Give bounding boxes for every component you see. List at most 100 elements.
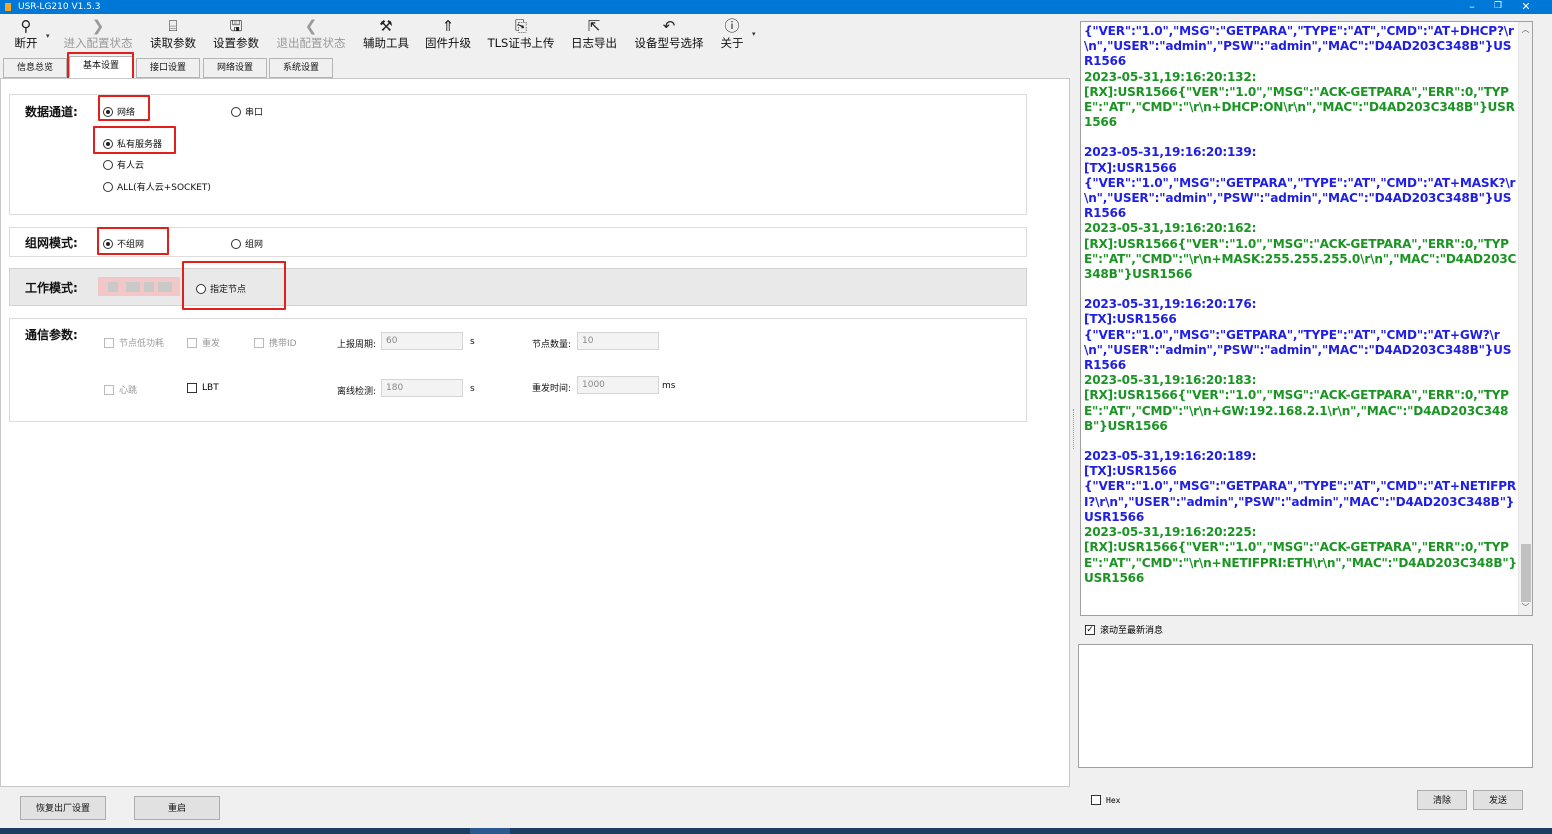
scroll-down-icon[interactable]: ﹀ xyxy=(1519,602,1532,613)
disconnect-button[interactable]: ⚲ 断开 xyxy=(10,14,42,54)
checkbox-node-low-power-label: 节点低功耗 xyxy=(119,339,165,349)
report-period-unit: s xyxy=(470,337,475,347)
device-model-select-button[interactable]: ↶ 设备型号选择 xyxy=(628,14,710,54)
radio-selected-icon xyxy=(103,106,113,117)
resend-time-unit: ms xyxy=(662,381,676,391)
radio-usr-cloud[interactable]: 有人云 xyxy=(103,158,144,171)
checkbox-lbt[interactable]: LBT xyxy=(187,383,219,393)
node-count-input[interactable]: 10 xyxy=(577,332,659,350)
tab-interface-settings[interactable]: 接口设置 xyxy=(136,58,200,78)
tab-overview[interactable]: 信息总览 xyxy=(3,58,67,78)
checkbox-box xyxy=(187,383,197,393)
checkbox-box xyxy=(254,337,264,348)
checkbox-node-low-power[interactable]: 节点低功耗 xyxy=(104,336,164,349)
radio-selected-icon xyxy=(103,138,113,149)
log-output[interactable]: {"VER":"1.0","MSG":"GETPARA","TYPE":"AT"… xyxy=(1080,21,1533,616)
firmware-upgrade-button[interactable]: ⇑ 固件升级 xyxy=(420,14,476,54)
export-icon: ⇱ xyxy=(587,17,601,35)
checkbox-box xyxy=(104,337,114,348)
info-icon: ⓘ xyxy=(724,17,740,35)
aux-tools-label: 辅助工具 xyxy=(363,36,409,50)
log-export-button[interactable]: ⇱ 日志导出 xyxy=(566,14,622,54)
checkbox-heartbeat[interactable]: 心跳 xyxy=(104,383,137,396)
splitter-grip xyxy=(1073,409,1076,449)
read-params-button[interactable]: ⌸ 读取参数 xyxy=(145,14,201,54)
taskbar-highlight xyxy=(470,828,510,834)
log-blank-line xyxy=(1084,434,1518,449)
radio-networking[interactable]: 组网 xyxy=(231,237,263,250)
firmware-upgrade-label: 固件升级 xyxy=(425,36,471,50)
toolbox-icon: ⚒ xyxy=(379,17,393,35)
undo-arrow-icon: ↶ xyxy=(662,17,676,35)
scroll-up-icon[interactable]: ︿ xyxy=(1519,24,1532,35)
log-entry-rx: 2023-05-31,19:16:20:225: [RX]:USR1566{"V… xyxy=(1084,525,1517,585)
basic-settings-panel: 数据通道: 网络 串口 私有服务器 有人云 ALL(有人云+SOCKET) 组网… xyxy=(0,78,1070,787)
tab-system-settings[interactable]: 系统设置 xyxy=(269,58,333,78)
radio-private-server-label: 私有服务器 xyxy=(117,140,163,150)
radio-network[interactable]: 网络 xyxy=(103,105,135,118)
window-title: USR-LG210 V1.5.3 xyxy=(18,2,101,12)
enter-config-button[interactable]: ❯ 进入配置状态 xyxy=(58,14,138,54)
comm-params-label: 通信参数: xyxy=(25,328,78,342)
log-entry-tx: 2023-05-31,19:16:20:139: [TX]:USR1566 {"… xyxy=(1084,145,1516,221)
checkbox-heartbeat-label: 心跳 xyxy=(119,386,138,396)
blurred-option xyxy=(98,277,180,296)
factory-reset-button[interactable]: 恢复出厂设置 xyxy=(20,796,106,820)
radio-all-cloud-socket[interactable]: ALL(有人云+SOCKET) xyxy=(103,180,211,193)
aux-tools-button[interactable]: ⚒ 辅助工具 xyxy=(358,14,414,54)
set-params-button[interactable]: 🖫 设置参数 xyxy=(208,14,264,54)
taskbar xyxy=(0,828,1552,834)
device-model-select-label: 设备型号选择 xyxy=(634,36,704,50)
log-entry-rx: 2023-05-31,19:16:20:132: [RX]:USR1566{"V… xyxy=(1084,69,1515,130)
radio-unselected-icon xyxy=(196,283,206,294)
log-content: {"VER":"1.0","MSG":"GETPARA","TYPE":"AT"… xyxy=(1084,24,1518,586)
radio-serial[interactable]: 串口 xyxy=(231,105,263,118)
report-period-input[interactable]: 60 xyxy=(381,332,463,350)
checkbox-carry-id[interactable]: 携带ID xyxy=(254,336,297,349)
radio-private-server[interactable]: 私有服务器 xyxy=(103,137,162,150)
send-button[interactable]: 发送 xyxy=(1473,790,1523,810)
disconnect-label: 断开 xyxy=(14,36,38,50)
overflow-arrow-icon[interactable]: ▾ xyxy=(752,30,756,38)
restart-button[interactable]: 重启 xyxy=(134,796,220,820)
hex-checkbox[interactable]: Hex xyxy=(1091,795,1120,805)
checkbox-box xyxy=(1091,795,1101,805)
log-export-label: 日志导出 xyxy=(571,36,617,50)
disconnect-icon: ⚲ xyxy=(20,17,32,35)
exit-config-button[interactable]: ❮ 退出配置状态 xyxy=(270,14,352,54)
firmware-upgrade-icon: ⇑ xyxy=(441,17,455,35)
read-params-label: 读取参数 xyxy=(150,36,196,50)
about-label: 关于 xyxy=(720,36,744,50)
about-button[interactable]: ⓘ 关于 xyxy=(716,14,748,54)
dropdown-arrow-icon[interactable]: ▾ xyxy=(46,32,50,40)
data-channel-group: 数据通道: 网络 串口 私有服务器 有人云 ALL(有人云+SOCKET) xyxy=(9,94,1027,215)
save-icon: 🖫 xyxy=(229,17,243,35)
resend-time-input[interactable]: 1000 xyxy=(577,376,659,394)
comm-params-group: 通信参数: 节点低功耗 重发 携带ID 上报周期: 60 s 节点数量: 10 … xyxy=(9,318,1027,422)
radio-no-networking[interactable]: 不组网 xyxy=(103,237,144,250)
scroll-thumb[interactable] xyxy=(1521,544,1531,602)
checkbox-lbt-label: LBT xyxy=(202,383,219,393)
offline-detect-input[interactable]: 180 xyxy=(381,379,463,397)
tab-basic-settings[interactable]: 基本设置 xyxy=(69,56,133,78)
radio-specified-node[interactable]: 指定节点 xyxy=(196,282,246,295)
tab-network-settings[interactable]: 网络设置 xyxy=(203,58,267,78)
tls-cert-upload-button[interactable]: ⎘ TLS证书上传 xyxy=(483,14,559,54)
restore-button[interactable]: ❐ xyxy=(1486,0,1510,14)
clear-button[interactable]: 清除 xyxy=(1417,790,1467,810)
log-blank-line xyxy=(1084,130,1518,145)
scroll-to-latest-checkbox[interactable]: ✓ 滚动至最新消息 xyxy=(1085,623,1163,636)
send-input-area[interactable] xyxy=(1078,644,1533,768)
app-icon xyxy=(5,3,11,11)
checkbox-resend[interactable]: 重发 xyxy=(187,336,220,349)
resend-time-label: 重发时间: xyxy=(532,384,572,394)
toolbar: ⚲ 断开 ▾ ❯ 进入配置状态 ⌸ 读取参数 🖫 设置参数 ❮ 退出配置状态 ⚒… xyxy=(0,14,1072,54)
close-button[interactable]: ✕ xyxy=(1514,0,1538,14)
minimize-button[interactable]: – xyxy=(1460,0,1484,14)
checkbox-carry-id-label: 携带ID xyxy=(269,339,297,349)
log-scrollbar[interactable]: ︿ ﹀ xyxy=(1518,22,1532,615)
read-params-icon: ⌸ xyxy=(168,17,178,35)
checkmark-icon: ✓ xyxy=(1085,624,1095,635)
log-entry-rx: 2023-05-31,19:16:20:162: [RX]:USR1566{"V… xyxy=(1084,221,1517,282)
scroll-to-latest-label: 滚动至最新消息 xyxy=(1100,626,1164,636)
